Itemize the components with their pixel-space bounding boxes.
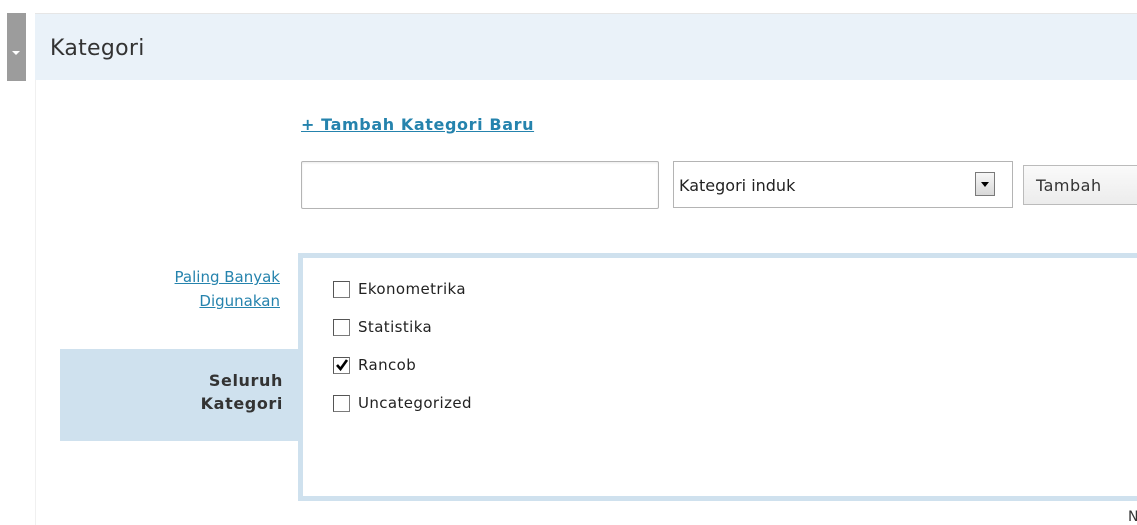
panel-border: [35, 80, 36, 525]
panel-collapse-toggle[interactable]: [7, 13, 26, 81]
category-label: Statistika: [358, 318, 433, 336]
tab-most-used[interactable]: Paling Banyak Digunakan: [175, 265, 280, 313]
category-label: Rancob: [358, 356, 417, 374]
add-category-button[interactable]: Tambah: [1023, 165, 1137, 205]
tab-all-label-line1: Seluruh: [208, 371, 283, 390]
panel-header[interactable]: Kategori: [35, 14, 1137, 80]
checkmark-icon: [336, 359, 349, 372]
category-checkbox[interactable]: [333, 357, 350, 374]
parent-category-selected: Kategori induk: [679, 176, 796, 195]
parent-category-select[interactable]: Kategori induk: [673, 161, 1013, 208]
add-new-category-link[interactable]: + Tambah Kategori Baru: [301, 115, 534, 134]
tab-all-categories[interactable]: Seluruh Kategori: [60, 349, 300, 441]
new-category-input[interactable]: [301, 161, 659, 209]
tab-most-used-label-line1: Paling Banyak: [174, 268, 280, 286]
tab-all-label-line2: Kategori: [200, 394, 283, 413]
category-checkbox[interactable]: [333, 319, 350, 336]
category-checklist[interactable]: Ekonometrika Statistika Rancob Uncategor…: [298, 253, 1137, 501]
dropdown-button[interactable]: [975, 172, 995, 196]
category-checkbox[interactable]: [333, 395, 350, 412]
tab-most-used-label-line2: Digunakan: [199, 292, 280, 310]
truncated-text: N: [1128, 509, 1137, 525]
category-label: Ekonometrika: [358, 280, 466, 298]
panel-title: Kategori: [50, 36, 145, 61]
category-label: Uncategorized: [358, 394, 472, 412]
category-checkbox[interactable]: [333, 281, 350, 298]
chevron-down-icon: [981, 182, 989, 187]
chevron-down-icon: [12, 51, 20, 55]
